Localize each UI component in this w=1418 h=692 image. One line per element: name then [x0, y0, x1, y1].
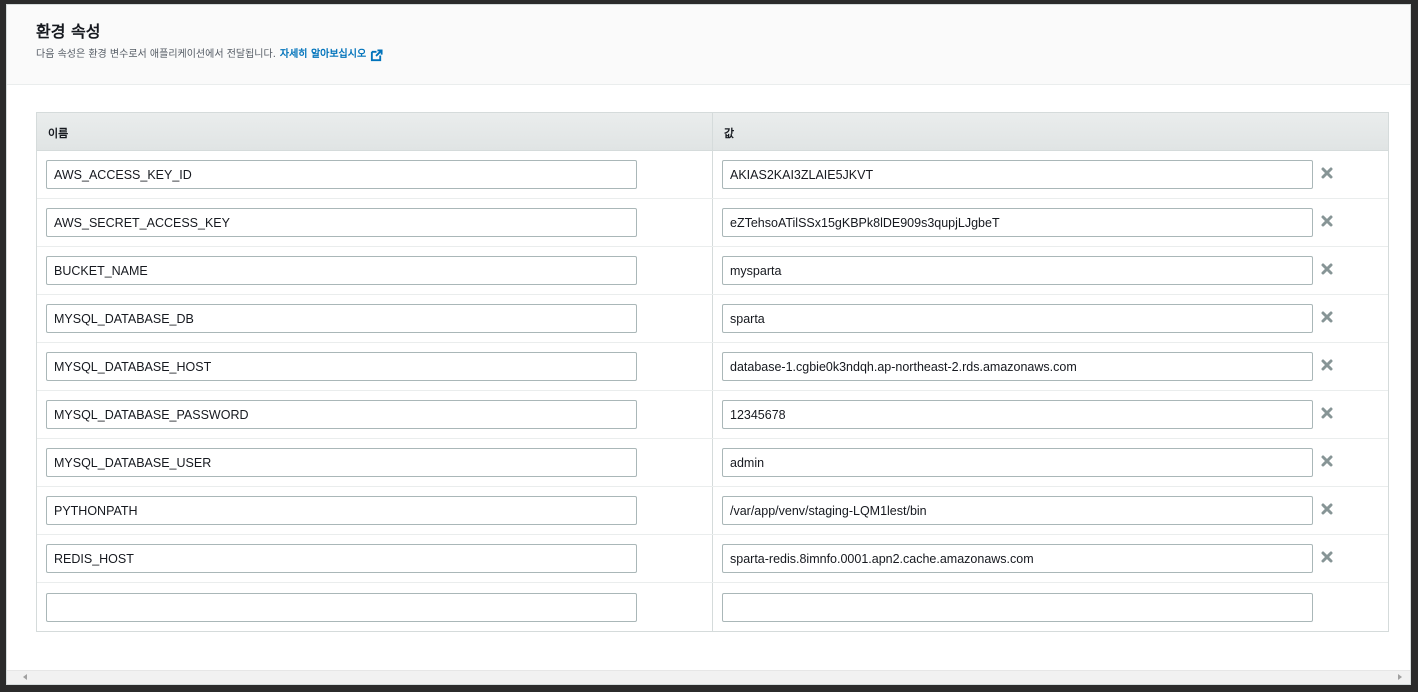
- remove-icon[interactable]: [1320, 262, 1334, 276]
- env-value-input[interactable]: sparta: [722, 304, 1313, 333]
- scroll-right-arrow-icon[interactable]: [1398, 674, 1402, 680]
- remove-icon[interactable]: [1320, 310, 1334, 324]
- table-row: MYSQL_DATABASE_PASSWORD 12345678: [37, 391, 1388, 439]
- value-cell: admin: [713, 439, 1388, 486]
- env-name-input[interactable]: AWS_ACCESS_KEY_ID: [46, 160, 637, 189]
- panel-title: 환경 속성: [36, 22, 101, 41]
- env-value-input[interactable]: sparta-redis.8imnfo.0001.apn2.cache.amaz…: [722, 544, 1313, 573]
- name-cell: MYSQL_DATABASE_HOST: [37, 343, 713, 390]
- value-cell: sparta-redis.8imnfo.0001.apn2.cache.amaz…: [713, 535, 1388, 582]
- env-value-input[interactable]: 12345678: [722, 400, 1313, 429]
- env-name-input[interactable]: BUCKET_NAME: [46, 256, 637, 285]
- env-vars-table: 이름 값 AWS_ACCESS_KEY_ID AKIAS2KAI3ZLAIE5JK…: [36, 112, 1389, 632]
- table-row: MYSQL_DATABASE_DB sparta: [37, 295, 1388, 343]
- name-cell: AWS_SECRET_ACCESS_KEY: [37, 199, 713, 246]
- remove-icon[interactable]: [1320, 166, 1334, 180]
- remove-icon[interactable]: [1320, 550, 1334, 564]
- remove-icon[interactable]: [1320, 502, 1334, 516]
- remove-icon[interactable]: [1320, 406, 1334, 420]
- name-cell: MYSQL_DATABASE_USER: [37, 439, 713, 486]
- remove-icon[interactable]: [1320, 358, 1334, 372]
- value-cell: 12345678: [713, 391, 1388, 438]
- env-value-input[interactable]: /var/app/venv/staging-LQM1lest/bin: [722, 496, 1313, 525]
- panel-header: 환경 속성 다음 속성은 환경 변수로서 애플리케이션에서 전달됩니다. 자세히…: [7, 5, 1410, 85]
- table-row: AWS_ACCESS_KEY_ID AKIAS2KAI3ZLAIE5JKVT: [37, 151, 1388, 199]
- env-name-input[interactable]: MYSQL_DATABASE_DB: [46, 304, 637, 333]
- horizontal-scrollbar[interactable]: [7, 670, 1410, 684]
- table-body: AWS_ACCESS_KEY_ID AKIAS2KAI3ZLAIE5JKVT AWS…: [37, 151, 1388, 631]
- env-value-input[interactable]: eZTehsoATilSSx15gKBPk8lDE909s3qupjLJgbeT: [722, 208, 1313, 237]
- env-value-input[interactable]: database-1.cgbie0k3ndqh.ap-northeast-2.r…: [722, 352, 1313, 381]
- learn-more-link[interactable]: 자세히 알아보십시오: [280, 48, 366, 62]
- value-cell: AKIAS2KAI3ZLAIE5JKVT: [713, 151, 1388, 198]
- remove-icon[interactable]: [1320, 214, 1334, 228]
- scroll-left-arrow-icon[interactable]: [23, 674, 27, 680]
- description-text: 다음 속성은 환경 변수로서 애플리케이션에서 전달됩니다.: [36, 49, 276, 60]
- name-cell: [37, 583, 713, 631]
- env-value-input[interactable]: AKIAS2KAI3ZLAIE5JKVT: [722, 160, 1313, 189]
- value-cell: database-1.cgbie0k3ndqh.ap-northeast-2.r…: [713, 343, 1388, 390]
- table-row: MYSQL_DATABASE_USER admin: [37, 439, 1388, 487]
- value-cell: [713, 583, 1388, 631]
- name-cell: REDIS_HOST: [37, 535, 713, 582]
- name-cell: AWS_ACCESS_KEY_ID: [37, 151, 713, 198]
- table-row: [37, 583, 1388, 631]
- env-name-input[interactable]: [46, 592, 637, 622]
- name-cell: BUCKET_NAME: [37, 247, 713, 294]
- table-row: MYSQL_DATABASE_HOST database-1.cgbie0k3nd…: [37, 343, 1388, 391]
- env-name-input[interactable]: PYTHONPATH: [46, 496, 637, 525]
- name-cell: MYSQL_DATABASE_PASSWORD: [37, 391, 713, 438]
- table-row: AWS_SECRET_ACCESS_KEY eZTehsoATilSSx15gKB…: [37, 199, 1388, 247]
- value-cell: mysparta: [713, 247, 1388, 294]
- table-row: BUCKET_NAME mysparta: [37, 247, 1388, 295]
- panel-description: 다음 속성은 환경 변수로서 애플리케이션에서 전달됩니다. 자세히 알아보십시…: [36, 48, 1410, 62]
- column-header-name: 이름: [37, 113, 713, 150]
- external-link-icon[interactable]: [370, 48, 383, 62]
- table-row: PYTHONPATH/var/app/venv/staging-LQM1lest…: [37, 487, 1388, 535]
- env-value-input[interactable]: admin: [722, 448, 1313, 477]
- env-name-input[interactable]: REDIS_HOST: [46, 544, 637, 573]
- env-name-input[interactable]: MYSQL_DATABASE_HOST: [46, 352, 637, 381]
- name-cell: PYTHONPATH: [37, 487, 713, 534]
- table-row: REDIS_HOST sparta-redis.8imnfo.0001.apn2.…: [37, 535, 1388, 583]
- environment-properties-panel: 환경 속성 다음 속성은 환경 변수로서 애플리케이션에서 전달됩니다. 자세히…: [6, 4, 1411, 685]
- env-name-input[interactable]: MYSQL_DATABASE_USER: [46, 448, 637, 477]
- value-cell: eZTehsoATilSSx15gKBPk8lDE909s3qupjLJgbeT: [713, 199, 1388, 246]
- column-header-value: 값: [724, 127, 735, 140]
- env-name-input[interactable]: AWS_SECRET_ACCESS_KEY: [46, 208, 637, 237]
- table-header: 이름 값: [37, 113, 1388, 151]
- env-value-input[interactable]: mysparta: [722, 256, 1313, 285]
- value-cell: /var/app/venv/staging-LQM1lest/bin: [713, 487, 1388, 534]
- name-cell: MYSQL_DATABASE_DB: [37, 295, 713, 342]
- env-value-input[interactable]: [722, 592, 1313, 622]
- remove-icon[interactable]: [1320, 454, 1334, 468]
- env-name-input[interactable]: MYSQL_DATABASE_PASSWORD: [46, 400, 637, 429]
- value-cell: sparta: [713, 295, 1388, 342]
